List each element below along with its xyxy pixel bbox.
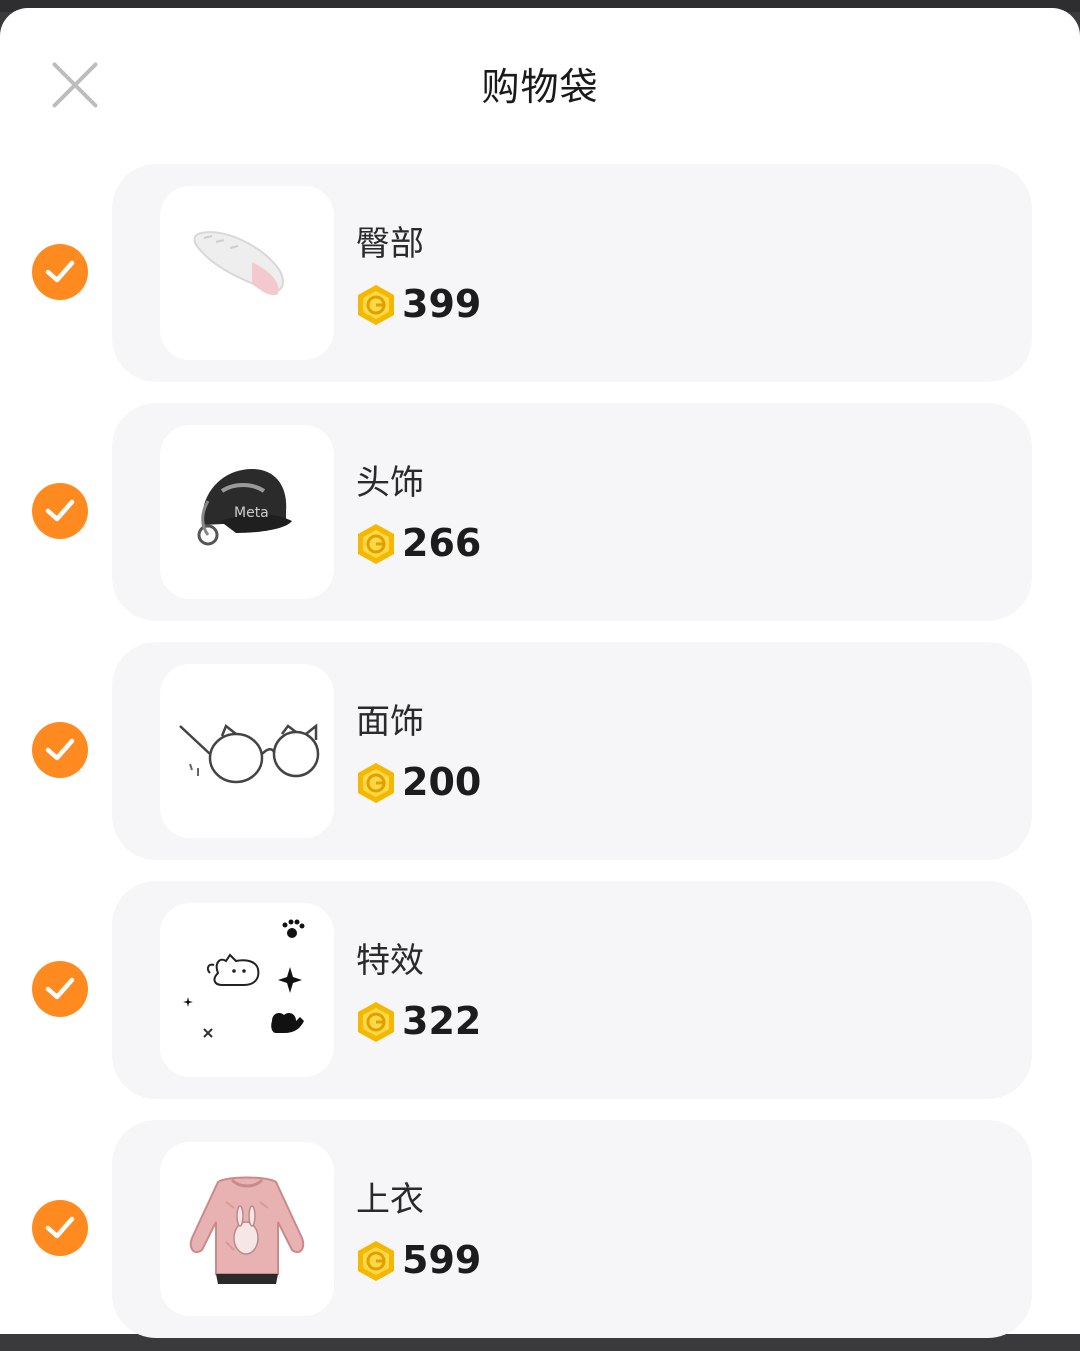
list-item: 面饰 200 [0,634,1080,873]
cart-item-card[interactable]: 臀部 399 [112,164,1032,382]
list-item: Meta 头饰 266 [0,395,1080,634]
selected-checkbox[interactable] [32,722,88,778]
item-category: 特效 [356,941,424,981]
glasses-icon [179,723,320,784]
selected-checkbox[interactable] [32,483,88,539]
coin-icon [358,1002,394,1042]
cart-item-card[interactable]: 面饰 200 [112,642,1032,860]
checkmark-icon [45,1216,75,1239]
item-thumbnail: Meta [160,425,334,599]
sweater-icon [189,1176,305,1284]
coin-icon [358,763,394,803]
shopping-bag-sheet: 购物袋 臀部 399 Meta 头饰 266 面饰 200 特效 322 上衣 … [0,8,1080,1338]
item-category: 上衣 [356,1180,424,1220]
checkmark-icon [45,977,75,1000]
price-amount: 266 [402,521,482,565]
list-item: 特效 322 [0,873,1080,1112]
cart-item-card[interactable]: 特效 322 [112,881,1032,1099]
price-amount: 322 [402,999,482,1043]
selected-checkbox[interactable] [32,1200,88,1256]
selected-checkbox[interactable] [32,244,88,300]
cart-item-card[interactable]: 上衣 599 [112,1120,1032,1338]
list-item: 上衣 599 [0,1112,1080,1351]
coin-icon [358,524,394,564]
cap-icon: Meta [197,469,292,546]
checkmark-icon [45,260,75,283]
item-thumbnail [160,664,334,838]
coin-icon [358,285,394,325]
checkmark-icon [45,738,75,761]
cart-item-card[interactable]: Meta 头饰 266 [112,403,1032,621]
item-category: 头饰 [356,463,424,503]
item-category: 面饰 [356,702,424,742]
cart-list: 臀部 399 Meta 头饰 266 面饰 200 特效 322 上衣 599 [0,156,1080,1351]
item-thumbnail [160,1142,334,1316]
coin-icon [358,1241,394,1281]
checkmark-icon [45,499,75,522]
selected-checkbox[interactable] [32,961,88,1017]
tail-icon [193,231,284,296]
svg-text:Meta: Meta [234,505,269,521]
page-title: 购物袋 [481,65,599,109]
item-category: 臀部 [356,224,424,264]
price-amount: 399 [402,282,482,326]
item-thumbnail [160,903,334,1077]
price-amount: 599 [402,1238,482,1282]
item-thumbnail [160,186,334,360]
price-amount: 200 [402,760,482,804]
cat-effect-icon [183,919,305,1038]
list-item: 臀部 399 [0,156,1080,395]
